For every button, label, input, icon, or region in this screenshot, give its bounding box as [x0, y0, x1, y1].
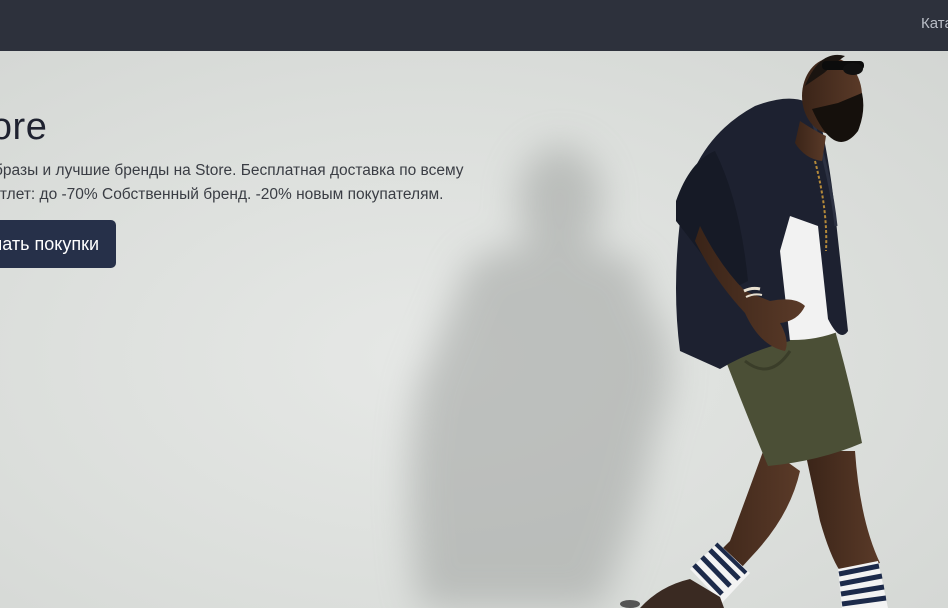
page: Катал — [0, 0, 948, 608]
start-shopping-button[interactable]: Начать покупки — [0, 220, 116, 268]
hero-photo — [410, 54, 888, 608]
top-navbar: Катал — [0, 0, 948, 51]
hero-title: Store — [0, 106, 48, 148]
hero-description: Образы и лучшие бренды на Store. Бесплат… — [0, 159, 502, 207]
model-head — [795, 54, 864, 161]
striped-sock-right — [838, 561, 888, 608]
hero-description-line-1: Образы и лучшие бренды на Store. Бесплат… — [0, 162, 464, 179]
nav-link-catalog[interactable]: Катал — [921, 15, 948, 32]
hero-banner: Store Образы и лучшие бренды на Store. Б… — [0, 51, 948, 608]
hero-description-line-2: Аутлет: до -70% Собственный бренд. -20% … — [0, 186, 444, 203]
model-legs — [620, 446, 888, 608]
model-shadow — [410, 146, 670, 608]
